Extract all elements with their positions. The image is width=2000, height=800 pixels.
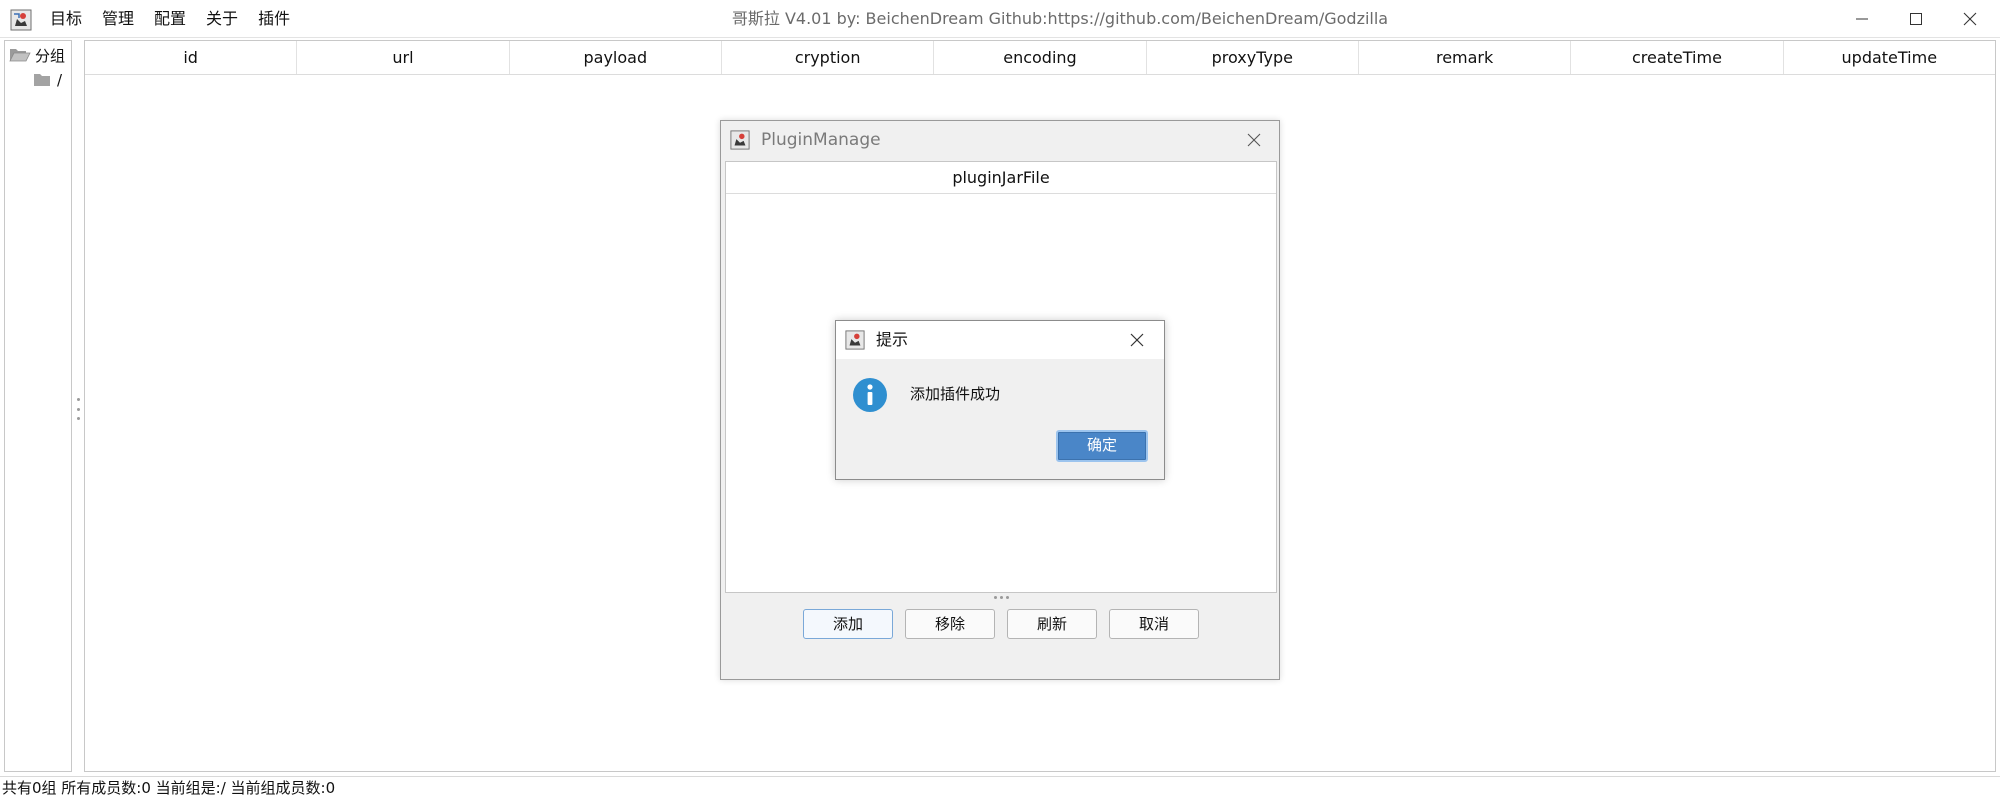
column-createtime[interactable]: createTime [1571,41,1784,74]
tree-root-group[interactable]: 分组 [9,45,65,65]
menu-config[interactable]: 配置 [144,0,196,38]
tree-item-root-slash[interactable]: / [33,70,62,90]
window-title: 哥斯拉 V4.01 by: BeichenDream Github:https:… [731,9,1389,28]
column-pluginjarfile[interactable]: pluginJarFile [726,162,1276,194]
status-bar: 共有0组 所有成员数:0 当前组是:/ 当前组成员数:0 [0,776,2000,800]
column-encoding[interactable]: encoding [934,41,1147,74]
info-icon [853,378,887,412]
message-dialog: 提示 添加插件成功 确定 [835,320,1165,480]
menu-about[interactable]: 关于 [196,0,248,38]
ok-button[interactable]: 确定 [1056,430,1148,462]
folder-icon [34,74,50,86]
column-url[interactable]: url [297,41,510,74]
minimize-icon [1856,18,1868,20]
menu-target[interactable]: 目标 [40,0,92,38]
menu-manage[interactable]: 管理 [92,0,144,38]
close-icon[interactable] [1247,133,1261,147]
minimize-button[interactable] [1834,0,1890,38]
table-header: id url payload cryption encoding proxyTy… [85,41,1995,75]
tree-root-label: 分组 [35,46,66,65]
menu-plugin[interactable]: 插件 [248,0,300,38]
column-remark[interactable]: remark [1359,41,1572,74]
java-app-icon [10,9,32,31]
message-text: 添加插件成功 [910,385,1001,403]
close-icon [1963,12,1977,26]
remove-plugin-button[interactable]: 移除 [905,609,995,639]
add-plugin-button[interactable]: 添加 [803,609,893,639]
plugin-dialog-titlebar: PluginManage [721,121,1279,159]
close-window-button[interactable] [1942,0,1998,38]
plugin-splitter-handle[interactable] [994,596,1009,599]
menu-bar: 目标 管理 配置 关于 插件 [40,0,300,38]
group-tree: 分组 / [4,40,72,772]
plugin-button-row: 添加 移除 刷新 取消 [721,609,1279,639]
maximize-button[interactable] [1888,0,1944,38]
close-icon[interactable] [1130,333,1144,347]
refresh-plugin-button[interactable]: 刷新 [1007,609,1097,639]
plugin-dialog-title: PluginManage [761,130,881,150]
java-app-icon [730,130,750,150]
column-payload[interactable]: payload [510,41,722,74]
cancel-button[interactable]: 取消 [1109,609,1199,639]
java-app-icon [845,330,865,350]
tree-child-label: / [57,71,63,89]
title-bar: 目标 管理 配置 关于 插件 哥斯拉 V4.01 by: BeichenDrea… [0,0,2000,38]
column-proxytype[interactable]: proxyType [1147,41,1359,74]
maximize-icon [1910,13,1922,25]
message-dialog-title: 提示 [876,330,909,349]
folder-open-icon [9,49,31,62]
column-updatetime[interactable]: updateTime [1784,41,1995,74]
splitter-handle[interactable] [75,398,81,420]
column-id[interactable]: id [85,41,298,74]
message-dialog-titlebar: 提示 [836,321,1164,359]
column-cryption[interactable]: cryption [722,41,935,74]
